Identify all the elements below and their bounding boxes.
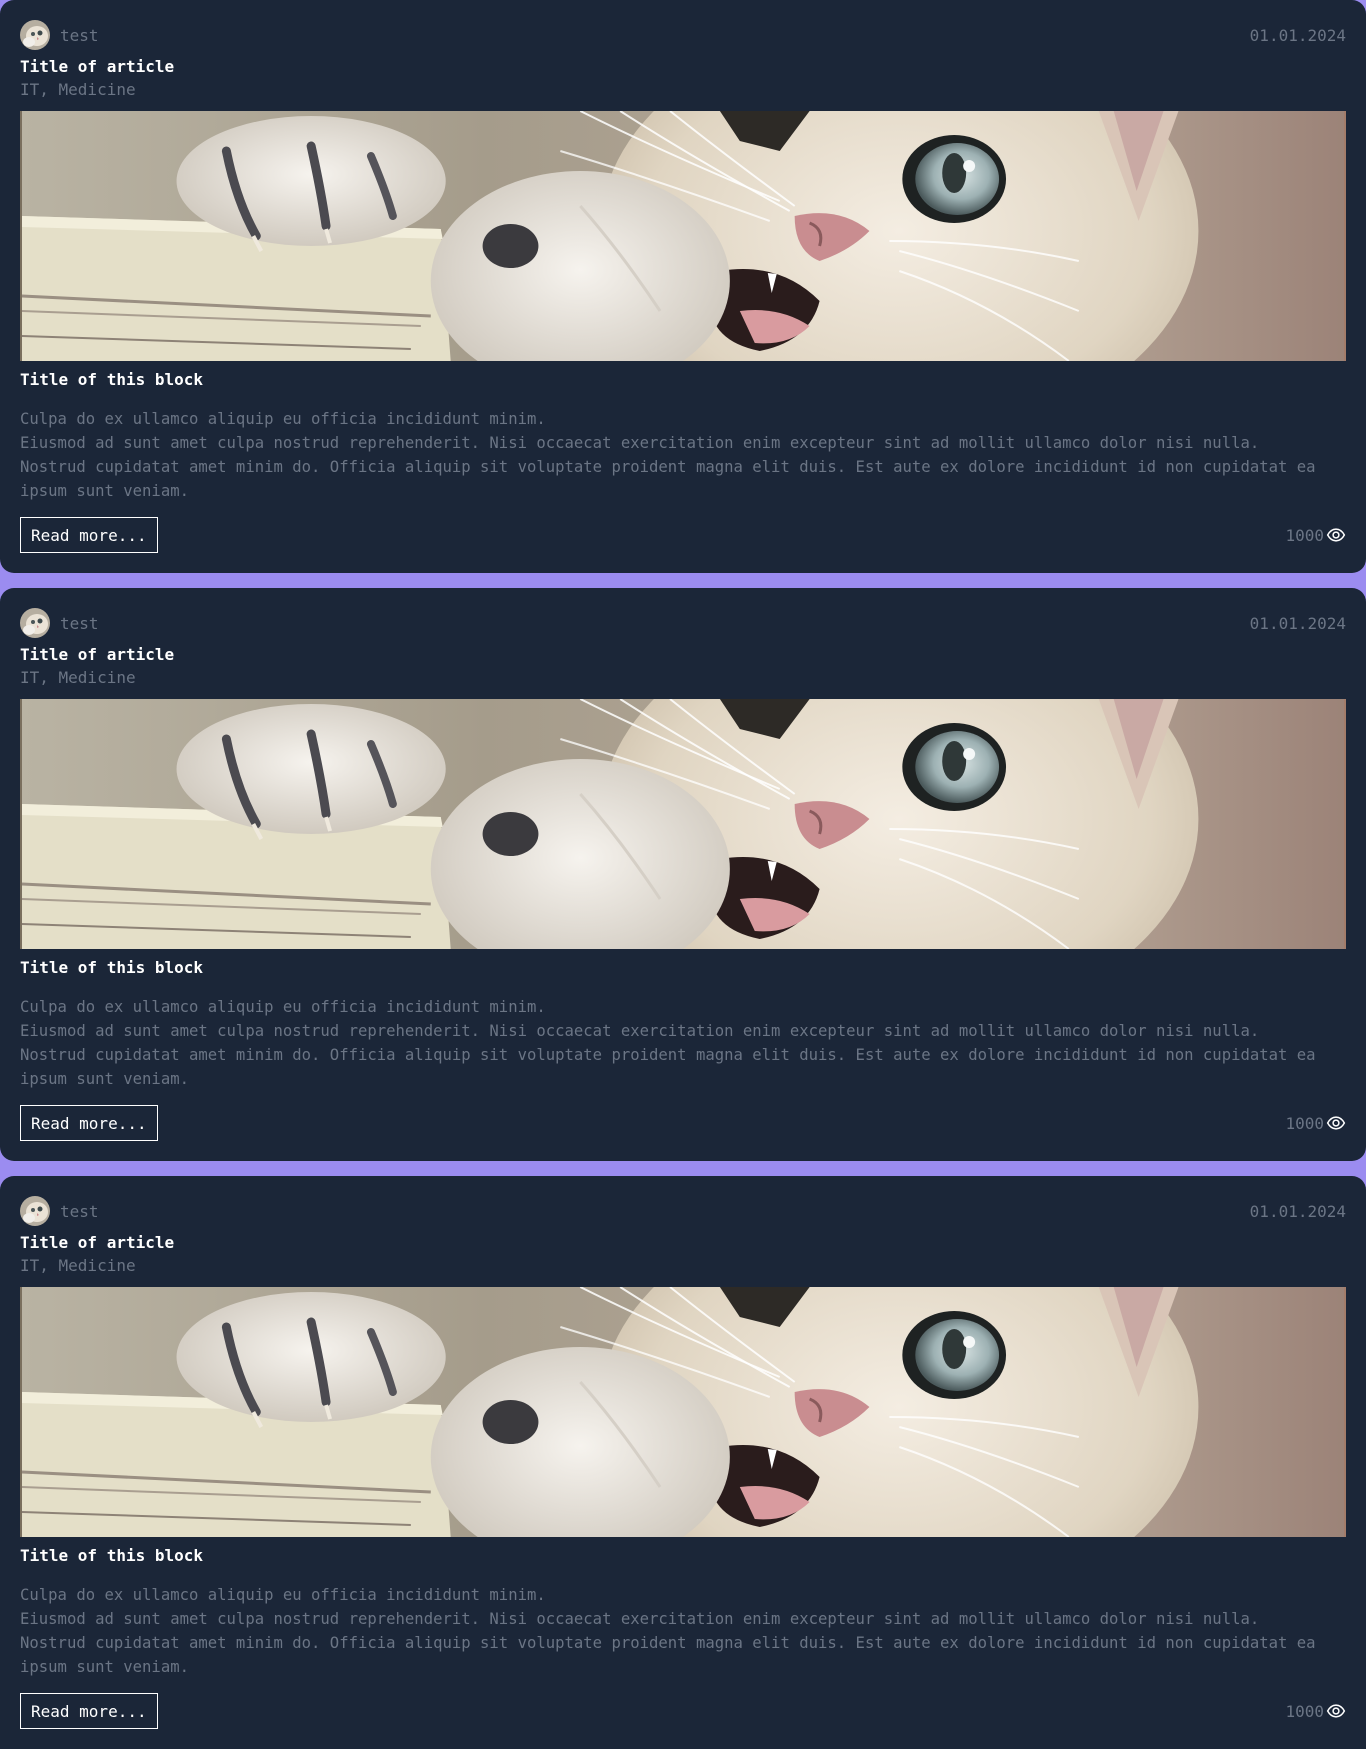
publish-date: 01.01.2024 [1249,25,1346,45]
views-counter: 1000 [1285,1113,1346,1133]
author[interactable]: test [20,608,99,638]
publish-date: 01.01.2024 [1249,613,1346,633]
article-body: Culpa do ex ullamco aliquip eu officia i… [20,1583,1346,1679]
author[interactable]: test [20,1196,99,1226]
eye-icon [1326,1704,1346,1718]
body-line: Eiusmod ad sunt amet culpa nostrud repre… [20,1610,1260,1628]
article-title[interactable]: Title of article [20,1232,1346,1254]
cat-avatar-icon [20,608,50,638]
author-name: test [60,1201,99,1221]
cat-avatar-icon [20,20,50,50]
body-line: Eiusmod ad sunt amet culpa nostrud repre… [20,434,1260,452]
article-body: Culpa do ex ullamco aliquip eu officia i… [20,995,1346,1091]
read-more-button[interactable]: Read more... [20,517,158,553]
card-footer: Read more... 1000 [20,1105,1346,1141]
article-tags: IT, Medicine [20,1256,136,1275]
body-line: ipsum sunt veniam. [20,1658,189,1676]
block-title: Title of this block [20,1546,204,1565]
card-footer: Read more... 1000 [20,1693,1346,1729]
body-line: Nostrud cupidatat amet minim do. Officia… [20,458,1316,476]
body-line: Nostrud cupidatat amet minim do. Officia… [20,1046,1316,1064]
eye-icon [1326,528,1346,542]
read-more-button[interactable]: Read more... [20,1693,158,1729]
views-count: 1000 [1285,1113,1324,1133]
publish-date: 01.01.2024 [1249,1201,1346,1221]
card-header: test 01.01.2024 [20,608,1346,638]
card-footer: Read more... 1000 [20,517,1346,553]
kitten-banner-image [20,111,1346,361]
card-header: test 01.01.2024 [20,1196,1346,1226]
article-feed: test 01.01.2024 Title of article IT, Med… [0,0,1366,1749]
article-title[interactable]: Title of article [20,56,1346,78]
card-header: test 01.01.2024 [20,20,1346,50]
article-card: test 01.01.2024 Title of article IT, Med… [0,1176,1366,1749]
kitten-banner-image [20,699,1346,949]
body-line: Culpa do ex ullamco aliquip eu officia i… [20,998,546,1016]
article-card: test 01.01.2024 Title of article IT, Med… [0,0,1366,573]
article-tags: IT, Medicine [20,80,136,99]
block-title: Title of this block [20,958,204,977]
kitten-banner-image [20,1287,1346,1537]
views-count: 1000 [1285,1701,1324,1721]
body-line: ipsum sunt veniam. [20,1070,189,1088]
article-card: test 01.01.2024 Title of article IT, Med… [0,588,1366,1161]
article-title[interactable]: Title of article [20,644,1346,666]
eye-icon [1326,1116,1346,1130]
views-count: 1000 [1285,525,1324,545]
article-tags: IT, Medicine [20,668,136,687]
author-name: test [60,613,99,633]
views-counter: 1000 [1285,1701,1346,1721]
body-line: Culpa do ex ullamco aliquip eu officia i… [20,1586,546,1604]
block-title: Title of this block [20,370,204,389]
body-line: ipsum sunt veniam. [20,482,189,500]
article-body: Culpa do ex ullamco aliquip eu officia i… [20,407,1346,503]
body-line: Eiusmod ad sunt amet culpa nostrud repre… [20,1022,1260,1040]
read-more-button[interactable]: Read more... [20,1105,158,1141]
body-line: Nostrud cupidatat amet minim do. Officia… [20,1634,1316,1652]
body-line: Culpa do ex ullamco aliquip eu officia i… [20,410,546,428]
views-counter: 1000 [1285,525,1346,545]
author[interactable]: test [20,20,99,50]
cat-avatar-icon [20,1196,50,1226]
author-name: test [60,25,99,45]
